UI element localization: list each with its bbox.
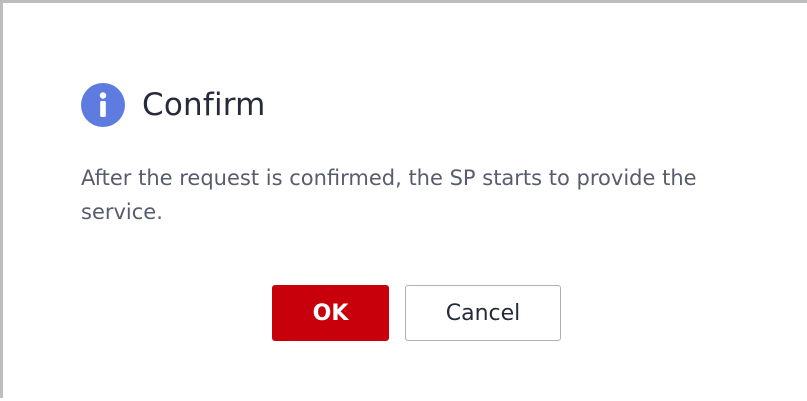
dialog-title: Confirm (142, 87, 266, 123)
ok-button[interactable]: OK (272, 285, 389, 341)
info-icon-glyph (99, 92, 107, 117)
dialog-message: After the request is confirmed, the SP s… (81, 166, 697, 224)
info-icon (81, 83, 125, 127)
dialog-buttons: OK Cancel (272, 285, 561, 341)
confirm-dialog: Confirm After the request is confirmed, … (17, 17, 807, 401)
window-frame: Confirm After the request is confirmed, … (0, 0, 807, 401)
dialog-header: Confirm (81, 83, 266, 127)
cancel-button[interactable]: Cancel (405, 285, 561, 341)
